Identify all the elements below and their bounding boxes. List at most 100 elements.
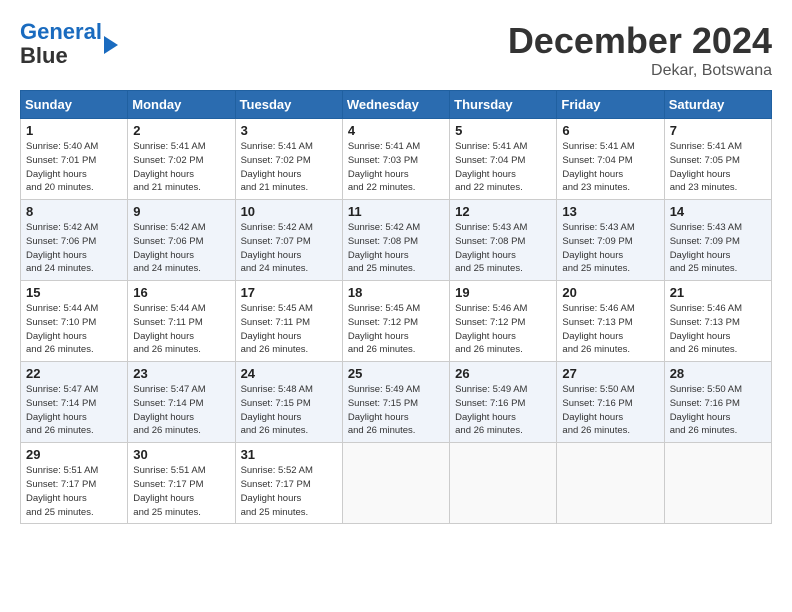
day-number: 16 — [133, 285, 229, 300]
table-row: 16 Sunrise: 5:44 AM Sunset: 7:11 PM Dayl… — [128, 281, 235, 362]
day-number: 17 — [241, 285, 337, 300]
day-info: Sunrise: 5:43 AM Sunset: 7:09 PM Dayligh… — [562, 221, 658, 276]
calendar-week-row: 15 Sunrise: 5:44 AM Sunset: 7:10 PM Dayl… — [21, 281, 772, 362]
day-info: Sunrise: 5:50 AM Sunset: 7:16 PM Dayligh… — [562, 383, 658, 438]
table-row: 6 Sunrise: 5:41 AM Sunset: 7:04 PM Dayli… — [557, 119, 664, 200]
table-row: 20 Sunrise: 5:46 AM Sunset: 7:13 PM Dayl… — [557, 281, 664, 362]
day-info: Sunrise: 5:51 AM Sunset: 7:17 PM Dayligh… — [26, 464, 122, 519]
day-info: Sunrise: 5:41 AM Sunset: 7:02 PM Dayligh… — [133, 140, 229, 195]
day-number: 1 — [26, 123, 122, 138]
table-row: 8 Sunrise: 5:42 AM Sunset: 7:06 PM Dayli… — [21, 200, 128, 281]
table-row: 28 Sunrise: 5:50 AM Sunset: 7:16 PM Dayl… — [664, 362, 771, 443]
table-row: 22 Sunrise: 5:47 AM Sunset: 7:14 PM Dayl… — [21, 362, 128, 443]
day-info: Sunrise: 5:45 AM Sunset: 7:11 PM Dayligh… — [241, 302, 337, 357]
table-row: 4 Sunrise: 5:41 AM Sunset: 7:03 PM Dayli… — [342, 119, 449, 200]
day-number: 26 — [455, 366, 551, 381]
day-number: 5 — [455, 123, 551, 138]
table-row: 5 Sunrise: 5:41 AM Sunset: 7:04 PM Dayli… — [450, 119, 557, 200]
table-row — [664, 443, 771, 524]
table-row: 14 Sunrise: 5:43 AM Sunset: 7:09 PM Dayl… — [664, 200, 771, 281]
logo: General Blue — [20, 20, 118, 68]
day-info: Sunrise: 5:42 AM Sunset: 7:07 PM Dayligh… — [241, 221, 337, 276]
table-row: 13 Sunrise: 5:43 AM Sunset: 7:09 PM Dayl… — [557, 200, 664, 281]
day-number: 2 — [133, 123, 229, 138]
table-row: 30 Sunrise: 5:51 AM Sunset: 7:17 PM Dayl… — [128, 443, 235, 524]
day-info: Sunrise: 5:43 AM Sunset: 7:08 PM Dayligh… — [455, 221, 551, 276]
table-row: 2 Sunrise: 5:41 AM Sunset: 7:02 PM Dayli… — [128, 119, 235, 200]
day-number: 20 — [562, 285, 658, 300]
col-sunday: Sunday — [21, 91, 128, 119]
day-info: Sunrise: 5:48 AM Sunset: 7:15 PM Dayligh… — [241, 383, 337, 438]
day-number: 10 — [241, 204, 337, 219]
day-info: Sunrise: 5:41 AM Sunset: 7:04 PM Dayligh… — [455, 140, 551, 195]
day-number: 9 — [133, 204, 229, 219]
day-info: Sunrise: 5:40 AM Sunset: 7:01 PM Dayligh… — [26, 140, 122, 195]
day-number: 18 — [348, 285, 444, 300]
logo-text-block: General Blue — [20, 20, 118, 68]
main-container: General Blue December 2024 Dekar, Botswa… — [0, 0, 792, 534]
day-info: Sunrise: 5:43 AM Sunset: 7:09 PM Dayligh… — [670, 221, 766, 276]
table-row: 18 Sunrise: 5:45 AM Sunset: 7:12 PM Dayl… — [342, 281, 449, 362]
day-number: 28 — [670, 366, 766, 381]
calendar-header-row: Sunday Monday Tuesday Wednesday Thursday… — [21, 91, 772, 119]
table-row: 24 Sunrise: 5:48 AM Sunset: 7:15 PM Dayl… — [235, 362, 342, 443]
day-number: 13 — [562, 204, 658, 219]
day-number: 30 — [133, 447, 229, 462]
day-info: Sunrise: 5:50 AM Sunset: 7:16 PM Dayligh… — [670, 383, 766, 438]
table-row: 15 Sunrise: 5:44 AM Sunset: 7:10 PM Dayl… — [21, 281, 128, 362]
day-number: 12 — [455, 204, 551, 219]
calendar-week-row: 29 Sunrise: 5:51 AM Sunset: 7:17 PM Dayl… — [21, 443, 772, 524]
day-number: 27 — [562, 366, 658, 381]
table-row: 1 Sunrise: 5:40 AM Sunset: 7:01 PM Dayli… — [21, 119, 128, 200]
col-friday: Friday — [557, 91, 664, 119]
day-number: 3 — [241, 123, 337, 138]
table-row: 27 Sunrise: 5:50 AM Sunset: 7:16 PM Dayl… — [557, 362, 664, 443]
logo-blue: Blue — [20, 43, 68, 68]
day-info: Sunrise: 5:45 AM Sunset: 7:12 PM Dayligh… — [348, 302, 444, 357]
table-row: 23 Sunrise: 5:47 AM Sunset: 7:14 PM Dayl… — [128, 362, 235, 443]
day-number: 31 — [241, 447, 337, 462]
day-info: Sunrise: 5:44 AM Sunset: 7:10 PM Dayligh… — [26, 302, 122, 357]
logo-arrow-icon — [104, 36, 118, 54]
day-number: 23 — [133, 366, 229, 381]
day-info: Sunrise: 5:47 AM Sunset: 7:14 PM Dayligh… — [26, 383, 122, 438]
day-number: 11 — [348, 204, 444, 219]
day-info: Sunrise: 5:49 AM Sunset: 7:15 PM Dayligh… — [348, 383, 444, 438]
day-info: Sunrise: 5:49 AM Sunset: 7:16 PM Dayligh… — [455, 383, 551, 438]
col-thursday: Thursday — [450, 91, 557, 119]
calendar-week-row: 1 Sunrise: 5:40 AM Sunset: 7:01 PM Dayli… — [21, 119, 772, 200]
calendar-week-row: 8 Sunrise: 5:42 AM Sunset: 7:06 PM Dayli… — [21, 200, 772, 281]
day-info: Sunrise: 5:41 AM Sunset: 7:02 PM Dayligh… — [241, 140, 337, 195]
table-row: 12 Sunrise: 5:43 AM Sunset: 7:08 PM Dayl… — [450, 200, 557, 281]
day-number: 21 — [670, 285, 766, 300]
table-row: 29 Sunrise: 5:51 AM Sunset: 7:17 PM Dayl… — [21, 443, 128, 524]
day-info: Sunrise: 5:44 AM Sunset: 7:11 PM Dayligh… — [133, 302, 229, 357]
title-area: December 2024 Dekar, Botswana — [508, 20, 772, 80]
day-number: 25 — [348, 366, 444, 381]
day-info: Sunrise: 5:41 AM Sunset: 7:04 PM Dayligh… — [562, 140, 658, 195]
table-row: 19 Sunrise: 5:46 AM Sunset: 7:12 PM Dayl… — [450, 281, 557, 362]
day-number: 24 — [241, 366, 337, 381]
day-number: 29 — [26, 447, 122, 462]
day-number: 14 — [670, 204, 766, 219]
day-number: 6 — [562, 123, 658, 138]
col-tuesday: Tuesday — [235, 91, 342, 119]
day-number: 22 — [26, 366, 122, 381]
logo-general: General — [20, 19, 102, 44]
day-number: 15 — [26, 285, 122, 300]
day-info: Sunrise: 5:46 AM Sunset: 7:13 PM Dayligh… — [562, 302, 658, 357]
header: General Blue December 2024 Dekar, Botswa… — [20, 20, 772, 80]
calendar-week-row: 22 Sunrise: 5:47 AM Sunset: 7:14 PM Dayl… — [21, 362, 772, 443]
day-info: Sunrise: 5:42 AM Sunset: 7:06 PM Dayligh… — [133, 221, 229, 276]
table-row: 10 Sunrise: 5:42 AM Sunset: 7:07 PM Dayl… — [235, 200, 342, 281]
day-info: Sunrise: 5:46 AM Sunset: 7:12 PM Dayligh… — [455, 302, 551, 357]
day-number: 8 — [26, 204, 122, 219]
day-number: 4 — [348, 123, 444, 138]
day-info: Sunrise: 5:42 AM Sunset: 7:08 PM Dayligh… — [348, 221, 444, 276]
table-row: 21 Sunrise: 5:46 AM Sunset: 7:13 PM Dayl… — [664, 281, 771, 362]
day-info: Sunrise: 5:41 AM Sunset: 7:05 PM Dayligh… — [670, 140, 766, 195]
table-row: 11 Sunrise: 5:42 AM Sunset: 7:08 PM Dayl… — [342, 200, 449, 281]
col-wednesday: Wednesday — [342, 91, 449, 119]
table-row — [342, 443, 449, 524]
day-number: 19 — [455, 285, 551, 300]
